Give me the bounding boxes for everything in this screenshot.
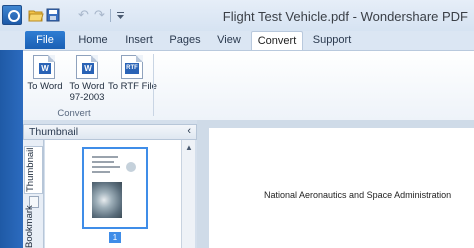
convert-group-label: Convert — [57, 108, 91, 119]
to-word-label: To Word — [27, 81, 63, 92]
thumbnail-panel-title: Thumbnail — [29, 126, 79, 138]
scroll-up-icon[interactable]: ▲ — [185, 143, 193, 152]
window-left-frame — [0, 50, 23, 248]
page-number-badge: 1 — [109, 232, 121, 243]
to-word-97-label-line2: 97-2003 — [69, 92, 105, 103]
window-title: Flight Test Vehicle.pdf - Wondershare PD… — [222, 9, 468, 24]
tab-home[interactable]: Home — [73, 31, 113, 50]
page-thumbnail[interactable] — [82, 147, 148, 229]
side-tab-thumbnail[interactable]: Thumbnail — [24, 146, 43, 194]
collapse-panel-icon[interactable]: ‹ — [187, 125, 191, 137]
tab-convert[interactable]: Convert — [251, 31, 303, 51]
open-folder-icon[interactable] — [28, 8, 44, 22]
save-icon[interactable] — [46, 8, 60, 22]
word-97-doc-icon: W — [76, 55, 98, 79]
tab-support[interactable]: Support — [308, 31, 356, 50]
toolbar-separator — [110, 9, 111, 22]
document-page[interactable] — [209, 128, 474, 248]
ribbon-group-divider — [153, 54, 154, 116]
to-word-97-button[interactable]: W To Word 97-2003 — [66, 51, 108, 103]
tab-pages[interactable]: Pages — [165, 31, 205, 50]
thumbnail-logo — [126, 162, 136, 172]
side-tab-bookmark[interactable]: Bookmark — [24, 205, 43, 248]
to-word-97-label-line1: To Word — [69, 81, 105, 92]
to-rtf-button[interactable]: RTF To RTF File — [108, 51, 157, 103]
tab-view[interactable]: View — [210, 31, 248, 50]
app-logo-icon[interactable] — [2, 5, 22, 25]
undo-icon[interactable]: ↶ — [78, 8, 91, 22]
to-rtf-label: To RTF File — [108, 81, 157, 92]
title-bar: ↶ ↷ Flight Test Vehicle.pdf - Wondershar… — [0, 0, 474, 31]
tab-file[interactable]: File — [25, 31, 65, 49]
thumbnail-scrollbar[interactable]: ▲ — [181, 140, 195, 248]
thumbnail-photo — [92, 182, 122, 218]
thumbnail-preview — [88, 152, 142, 224]
document-heading-text: National Aeronautics and Space Administr… — [264, 190, 452, 200]
thumbnail-text-lines — [92, 156, 122, 178]
ribbon-tabs: File Home Insert Pages View Convert Supp… — [0, 31, 474, 51]
redo-icon[interactable]: ↷ — [94, 8, 107, 22]
thumbnail-panel-header: Thumbnail ‹ — [23, 124, 197, 140]
tab-insert[interactable]: Insert — [118, 31, 160, 50]
word-doc-icon: W — [33, 55, 55, 79]
customize-toolbar-icon[interactable] — [116, 9, 125, 22]
to-word-button[interactable]: W To Word — [23, 51, 65, 103]
rtf-doc-icon: RTF — [121, 55, 143, 79]
